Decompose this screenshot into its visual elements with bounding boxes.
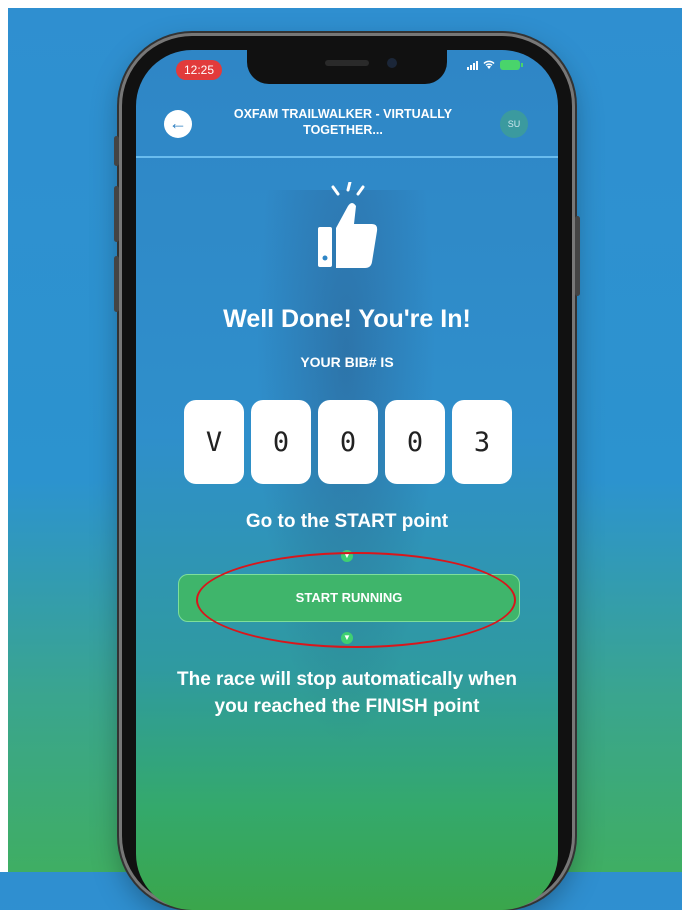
- back-button[interactable]: ←: [164, 110, 192, 138]
- bib-digit: 0: [385, 400, 445, 484]
- volume-down-button: [114, 256, 119, 312]
- power-button: [575, 216, 580, 296]
- bib-digit: 3: [452, 400, 512, 484]
- frame-edge-left: [0, 0, 8, 872]
- frame-edge-top: [0, 0, 682, 8]
- speaker: [325, 60, 369, 66]
- silent-switch: [114, 136, 119, 166]
- app-header: ← OXFAM TRAILWALKER - VIRTUALLY TOGETHER…: [136, 88, 558, 158]
- bib-label: YOUR BIB# IS: [300, 354, 394, 370]
- thumbs-up-icon: [312, 180, 382, 272]
- status-time: 12:25: [176, 60, 223, 80]
- volume-up-button: [114, 186, 119, 242]
- camera: [387, 58, 397, 68]
- bib-digit: 0: [251, 400, 311, 484]
- bib-digit: V: [184, 400, 244, 484]
- bib-number: V 0 0 0 3: [184, 400, 512, 484]
- phone-frame: 12:25 ← OXFAM TRAILWALKER - VIRTUALLY TO…: [114, 36, 580, 910]
- finish-instruction: The race will stop automatically when yo…: [177, 669, 517, 717]
- arrow-left-icon: ←: [169, 113, 187, 133]
- page-title: OXFAM TRAILWALKER - VIRTUALLY TOGETHER..…: [233, 107, 453, 137]
- highlight-annotation: [196, 552, 516, 648]
- success-headline: Well Done! You're In!: [223, 305, 471, 333]
- status-icons: [467, 60, 523, 70]
- signal-icon: [467, 60, 478, 70]
- start-point-instruction: Go to the START point: [245, 511, 449, 532]
- app-screen: 12:25 ← OXFAM TRAILWALKER - VIRTUALLY TO…: [136, 50, 558, 910]
- notch: [247, 50, 447, 84]
- bib-digit: 0: [318, 400, 378, 484]
- avatar[interactable]: SU: [500, 110, 528, 138]
- chevron-down-icon: ▼: [341, 632, 353, 644]
- battery-icon: [500, 60, 523, 70]
- wifi-icon: [483, 60, 495, 70]
